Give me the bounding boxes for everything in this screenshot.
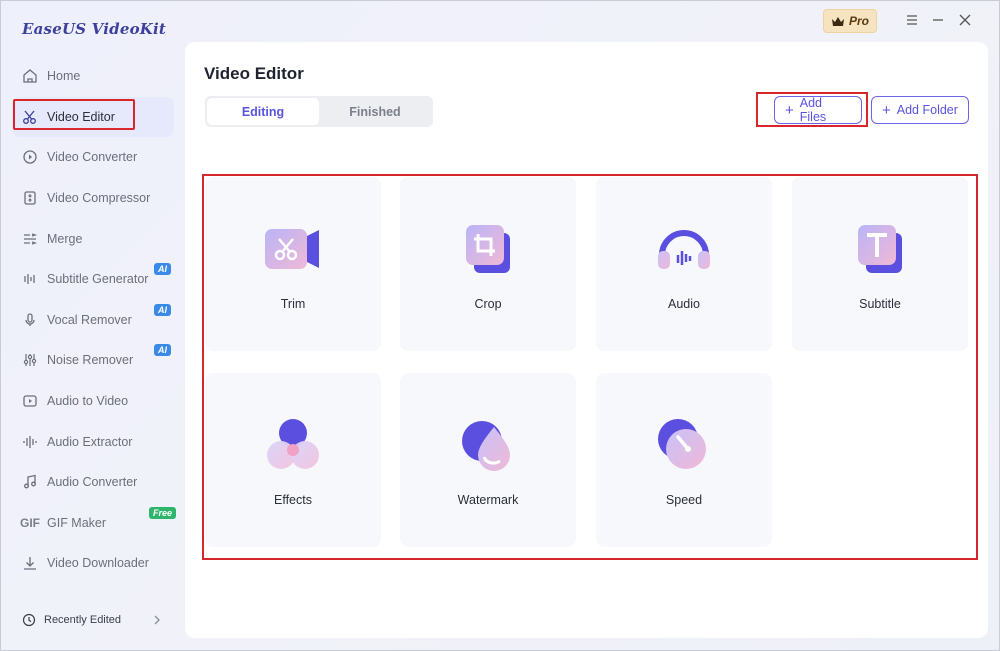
chevron-right-icon xyxy=(154,615,160,625)
sidebar-item-label: Video Downloader xyxy=(47,556,149,571)
gif-icon: GIF xyxy=(20,515,40,530)
sidebar-item-audio-extractor[interactable]: Audio Extractor xyxy=(12,421,174,462)
effects-icon xyxy=(267,419,319,469)
tool-label: Audio xyxy=(668,297,700,311)
crown-icon xyxy=(831,16,844,26)
home-icon xyxy=(21,67,39,85)
sidebar-item-label: Video Compressor xyxy=(47,191,151,206)
add-folder-label: Add Folder xyxy=(896,103,958,117)
sidebar-item-label: Merge xyxy=(47,231,83,246)
crop-icon xyxy=(466,225,510,273)
speed-icon xyxy=(658,419,706,469)
sidebar-item-merge[interactable]: Merge xyxy=(12,218,174,259)
tab-bar: Editing Finished xyxy=(205,96,433,127)
add-files-label: Add Files xyxy=(799,96,827,124)
merge-icon xyxy=(21,230,39,248)
app-title: EaseUS VideoKit xyxy=(22,20,167,38)
sidebar-item-subtitle-generator[interactable]: Subtitle Generator AI xyxy=(12,259,174,300)
recently-edited-button[interactable]: Recently Edited xyxy=(12,607,174,633)
tool-label: Trim xyxy=(280,297,306,311)
sidebar-item-label: Video Converter xyxy=(47,150,138,165)
minimize-button[interactable] xyxy=(930,12,946,28)
sidebar-item-video-converter[interactable]: Video Converter xyxy=(12,137,174,178)
sidebar-item-home[interactable]: Home xyxy=(12,56,174,97)
sidebar-item-label: Subtitle Generator xyxy=(47,272,149,287)
video-converter-icon xyxy=(21,148,39,166)
minimize-icon xyxy=(933,19,943,21)
sidebar-item-label: Home xyxy=(47,69,81,84)
close-button[interactable] xyxy=(957,12,973,28)
free-badge: Free xyxy=(149,506,177,519)
plus-icon: + xyxy=(785,101,794,119)
pro-label: Pro xyxy=(848,14,869,28)
audio-icon xyxy=(658,230,710,269)
add-files-button[interactable]: + Add Files xyxy=(774,96,862,124)
subtitle-icon xyxy=(858,225,902,273)
page-title: Video Editor xyxy=(204,64,304,83)
tool-card-trim[interactable]: Trim xyxy=(205,177,381,351)
main-panel: Video Editor Editing Finished + Add File… xyxy=(185,42,988,638)
tool-card-watermark[interactable]: Watermark xyxy=(400,373,576,547)
pro-button[interactable]: Pro xyxy=(823,9,877,33)
noise-icon xyxy=(21,351,39,369)
sidebar-item-audio-converter[interactable]: Audio Converter xyxy=(12,462,174,503)
tab-editing[interactable]: Editing xyxy=(207,98,319,125)
sidebar-item-label: Audio Extractor xyxy=(47,434,133,449)
tool-card-speed[interactable]: Speed xyxy=(596,373,772,547)
ai-badge: AI xyxy=(154,344,171,357)
subtitle-generator-icon xyxy=(21,270,39,288)
sidebar-item-video-compressor[interactable]: Video Compressor xyxy=(12,178,174,219)
sidebar-item-gif-maker[interactable]: GIF GIF Maker Free xyxy=(12,503,177,544)
tool-card-subtitle[interactable]: Subtitle xyxy=(792,177,968,351)
sidebar-item-label: Audio Converter xyxy=(47,475,138,490)
plus-icon: + xyxy=(882,101,891,119)
tool-label: Subtitle xyxy=(859,297,901,311)
sidebar-item-label: Vocal Remover xyxy=(47,312,132,327)
menu-button[interactable] xyxy=(904,12,920,28)
sidebar: Home Video Editor Video Converter Video … xyxy=(12,56,177,584)
music-note-icon xyxy=(21,473,39,491)
download-icon xyxy=(21,554,39,572)
ai-badge: AI xyxy=(154,303,171,316)
tool-label: Crop xyxy=(474,297,502,311)
audio-to-video-icon xyxy=(21,392,39,410)
tool-label: Speed xyxy=(665,493,703,507)
sidebar-item-label: Audio to Video xyxy=(47,394,129,409)
sidebar-item-video-editor[interactable]: Video Editor xyxy=(12,96,174,138)
tool-card-crop[interactable]: Crop xyxy=(400,177,576,351)
recently-edited-label: Recently Edited xyxy=(44,614,122,626)
hamburger-icon xyxy=(907,15,917,25)
clock-icon xyxy=(22,613,36,627)
sidebar-item-video-downloader[interactable]: Video Downloader xyxy=(12,543,174,584)
compressor-icon xyxy=(21,189,39,207)
audio-extractor-icon xyxy=(21,433,39,451)
sidebar-item-label: GIF Maker xyxy=(47,515,107,530)
tool-card-effects[interactable]: Effects xyxy=(205,373,381,547)
ai-badge: AI xyxy=(154,262,171,275)
tool-card-audio[interactable]: Audio xyxy=(596,177,772,351)
close-icon xyxy=(959,14,971,26)
tool-label: Effects xyxy=(274,493,312,507)
microphone-icon xyxy=(21,311,39,329)
sidebar-item-vocal-remover[interactable]: Vocal Remover AI xyxy=(12,300,174,341)
sidebar-item-audio-to-video[interactable]: Audio to Video xyxy=(12,381,174,422)
add-folder-button[interactable]: + Add Folder xyxy=(871,96,969,124)
watermark-icon xyxy=(462,421,510,471)
sidebar-item-noise-remover[interactable]: Noise Remover AI xyxy=(12,340,174,381)
tab-finished[interactable]: Finished xyxy=(319,98,431,125)
sidebar-item-label: Noise Remover xyxy=(47,353,134,368)
trim-icon xyxy=(265,229,319,269)
tool-label: Watermark xyxy=(457,493,519,507)
